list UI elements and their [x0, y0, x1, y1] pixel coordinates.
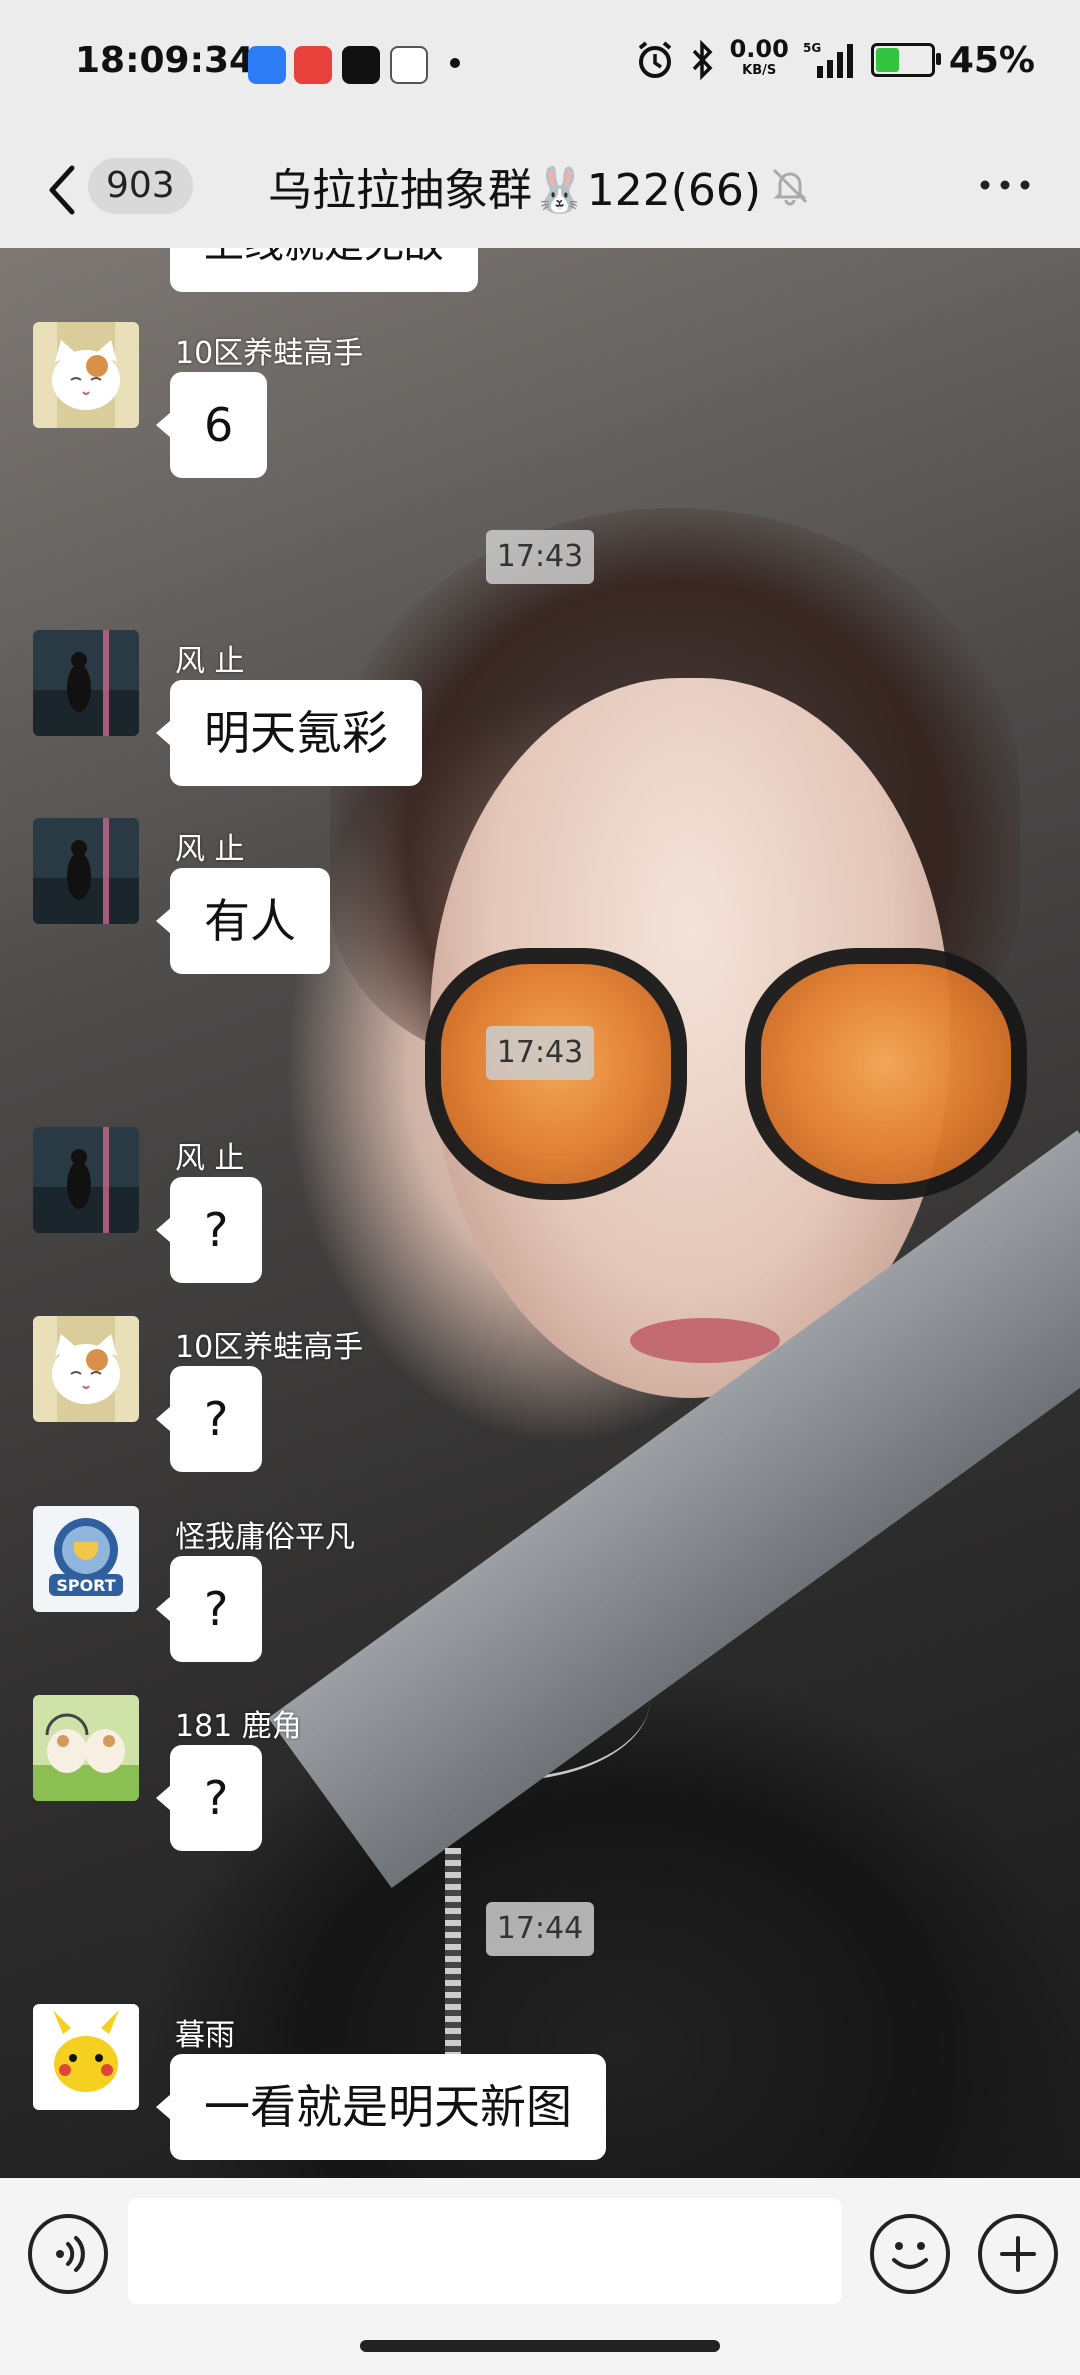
night-avatar-icon	[33, 1127, 139, 1233]
message-bubble[interactable]: 明天氪彩	[156, 680, 422, 786]
sport-avatar-icon: SPORT	[33, 1506, 139, 1612]
night-avatar[interactable]	[33, 1127, 139, 1233]
sender-name: 怪我庸俗平凡	[175, 1520, 355, 1555]
toutiao-icon	[294, 46, 332, 84]
sender-name: 风 止	[175, 832, 245, 867]
home-indicator[interactable]	[360, 2340, 720, 2352]
status-right: 0.00 KB/S 5G 45%	[634, 35, 1035, 82]
photo-sunglasses-right	[745, 948, 1027, 1200]
game-icon	[390, 46, 428, 84]
more-icon[interactable]	[975, 170, 1035, 200]
bluetooth-icon	[692, 40, 713, 80]
cat-avatar[interactable]	[33, 322, 139, 428]
sender-name: 风 止	[175, 644, 245, 679]
unread-count-badge[interactable]: 903	[88, 158, 193, 214]
night-avatar-icon	[33, 818, 139, 924]
pikachu-avatar[interactable]	[33, 2004, 139, 2110]
network-speed: 0.00 KB/S	[729, 35, 789, 82]
sport-badge-text: SPORT	[56, 1576, 115, 1595]
time-separator: 17:43	[486, 530, 594, 584]
mute-bell-icon	[772, 168, 808, 206]
voice-input-icon[interactable]	[28, 2214, 108, 2294]
message-input[interactable]	[128, 2198, 842, 2304]
message-bubble[interactable]: ?	[155, 1556, 263, 1662]
night-avatar[interactable]	[33, 630, 139, 736]
status-time: 18:09:34	[75, 40, 255, 81]
battery-percent: 45%	[948, 39, 1035, 81]
message-bubble[interactable]: 有人	[156, 868, 330, 974]
cat-avatar[interactable]	[33, 1316, 139, 1422]
sender-name: 10区养蛙高手	[175, 1330, 364, 1365]
night-avatar[interactable]	[33, 818, 139, 924]
photo-lips	[630, 1318, 780, 1363]
cat-avatar-icon	[33, 322, 139, 428]
tiktok-icon	[342, 46, 380, 84]
sender-name: 暮雨	[175, 2018, 235, 2053]
emoji-icon[interactable]	[870, 2214, 950, 2294]
plus-icon[interactable]	[978, 2214, 1058, 2294]
cats-avatar[interactable]	[33, 1695, 139, 1801]
sender-name: 10区养蛙高手	[175, 336, 364, 371]
time-separator: 17:44	[486, 1902, 594, 1956]
sender-name: 181 鹿角	[175, 1709, 302, 1744]
cats-avatar-icon	[33, 1695, 139, 1801]
chat-header: 903 乌拉拉抽象群🐰122(66)	[0, 130, 1080, 248]
battery-icon	[870, 43, 941, 77]
sport-avatar[interactable]: SPORT	[33, 1506, 139, 1612]
sender-name: 风 止	[175, 1141, 245, 1176]
message-bubble[interactable]: 6	[155, 372, 268, 478]
notification-dot	[450, 58, 460, 68]
status-bar: 18:09:34 0.00 KB/S 5G 45%	[0, 0, 1080, 130]
pikachu-avatar-icon	[33, 2004, 139, 2110]
chat-title: 乌拉拉抽象群🐰122(66)	[268, 165, 762, 216]
net-speed-value: 0.00	[729, 35, 789, 63]
alarm-icon	[638, 41, 671, 78]
message-bubble[interactable]: 一看就是明天新图	[156, 2054, 606, 2160]
message-bubble[interactable]: ?	[155, 1177, 263, 1283]
cat-avatar-icon	[33, 1316, 139, 1422]
message-bubble[interactable]: ?	[155, 1366, 263, 1472]
svg-text:5G: 5G	[803, 41, 821, 55]
back-arrow-icon[interactable]	[40, 160, 90, 220]
time-separator: 17:43	[486, 1026, 594, 1080]
battery-level	[875, 48, 900, 72]
5g-signal-icon: 5G	[803, 41, 853, 78]
message-bubble[interactable]: ?	[155, 1745, 263, 1851]
net-speed-unit: KB/S	[742, 63, 777, 78]
night-avatar-icon	[33, 630, 139, 736]
app-icon-blue	[248, 46, 286, 84]
